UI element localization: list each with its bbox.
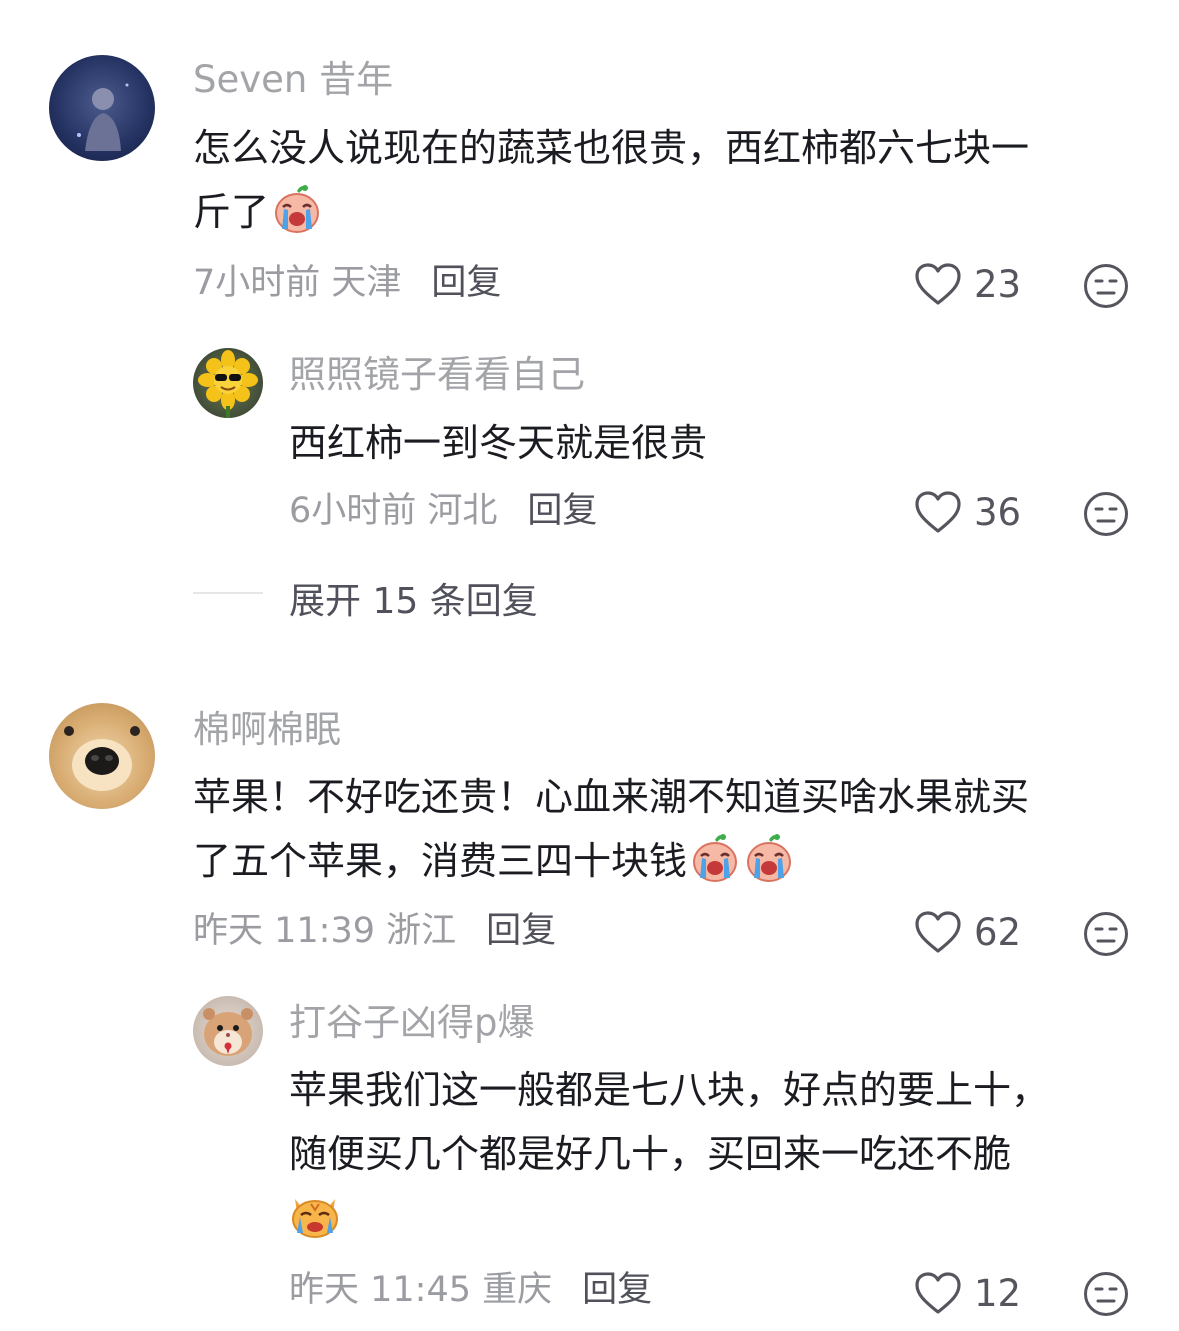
- crying-cat-emoji: [289, 1189, 341, 1241]
- comment-time-location: 昨天 11:39 浙江: [193, 911, 457, 951]
- reply-button[interactable]: 回复: [486, 911, 556, 951]
- heart-outline-icon: [915, 491, 961, 533]
- reply-time-location: 6小时前 河北: [289, 491, 498, 531]
- like-count: 62: [974, 910, 1022, 954]
- comment-meta: 7小时前 天津 回复: [193, 262, 501, 304]
- reply-button[interactable]: 回复: [582, 1270, 652, 1310]
- avatar[interactable]: [49, 703, 155, 809]
- meh-face-icon[interactable]: [1083, 1271, 1129, 1317]
- reply-meta: 6小时前 河北 回复: [289, 490, 597, 532]
- comment-text: 苹果！不好吃还贵！心血来潮不知道买啥水果就买 了五个苹果，消费三四十块钱: [193, 765, 1143, 893]
- avatar-figure-icon: [77, 83, 129, 151]
- crying-tomato-emoji: [689, 832, 741, 884]
- like-button[interactable]: 36: [914, 490, 1021, 534]
- reply-username[interactable]: 照照镜子看看自己: [289, 353, 585, 397]
- like-button[interactable]: 12: [914, 1271, 1021, 1315]
- comment-username[interactable]: Seven 昔年: [193, 58, 393, 102]
- heart-outline-icon: [915, 263, 961, 305]
- comment-text-line: 怎么没人说现在的蔬菜也很贵，西红柿都六七块一: [193, 126, 1030, 170]
- comment-meta: 昨天 11:39 浙江 回复: [193, 910, 556, 952]
- comment-time-location: 7小时前 天津: [193, 263, 402, 303]
- reply-time-location: 昨天 11:45 重庆: [289, 1270, 553, 1310]
- like-count: 23: [974, 262, 1022, 306]
- avatar[interactable]: [49, 55, 155, 161]
- meh-face-icon[interactable]: [1083, 491, 1129, 537]
- like-count: 36: [974, 490, 1022, 534]
- comment-username[interactable]: 棉啊棉眠: [193, 708, 341, 752]
- comment-text: 怎么没人说现在的蔬菜也很贵，西红柿都六七块一 斤了: [193, 116, 1143, 244]
- expand-divider: [193, 592, 263, 594]
- reply-text: 苹果我们这一般都是七八块，好点的要上十， 随便买几个都是好几十，买回来一吃还不脆: [289, 1058, 1149, 1250]
- comment-text-line: 了五个苹果，消费三四十块钱: [193, 829, 1143, 893]
- comment-text-line: 斤了: [193, 180, 1143, 244]
- like-count: 12: [974, 1271, 1022, 1315]
- avatar[interactable]: [193, 996, 263, 1066]
- hamster-avatar-icon: [203, 1008, 253, 1056]
- crying-tomato-emoji: [271, 183, 323, 235]
- heart-outline-icon: [915, 1272, 961, 1314]
- expand-replies-button[interactable]: 展开 15 条回复: [289, 572, 538, 624]
- reply-meta: 昨天 11:45 重庆 回复: [289, 1269, 652, 1311]
- like-button[interactable]: 62: [914, 910, 1021, 954]
- meh-face-icon[interactable]: [1083, 263, 1129, 309]
- reply-text-line: 随便买几个都是好几十，买回来一吃还不脆: [289, 1132, 1012, 1176]
- sunflower-avatar-icon: [198, 350, 258, 418]
- meh-face-icon[interactable]: [1083, 911, 1129, 957]
- reply-button[interactable]: 回复: [527, 491, 597, 531]
- heart-outline-icon: [915, 911, 961, 953]
- reply-username[interactable]: 打谷子凶得p爆: [289, 1001, 535, 1045]
- like-button[interactable]: 23: [914, 262, 1021, 306]
- avatar[interactable]: [193, 348, 263, 418]
- reply-text: 西红柿一到冬天就是很贵: [289, 421, 708, 465]
- comment-text-line: 苹果！不好吃还贵！心血来潮不知道买啥水果就买: [193, 775, 1030, 819]
- reply-text-line: 苹果我们这一般都是七八块，好点的要上十，: [289, 1068, 1050, 1112]
- crying-tomato-emoji: [743, 832, 795, 884]
- reply-text-line: [289, 1186, 1149, 1250]
- comment-text-line2: 斤了: [193, 190, 270, 234]
- dog-avatar-icon: [64, 726, 140, 791]
- reply-button[interactable]: 回复: [431, 263, 501, 303]
- comment-text-line2: 了五个苹果，消费三四十块钱: [193, 839, 688, 883]
